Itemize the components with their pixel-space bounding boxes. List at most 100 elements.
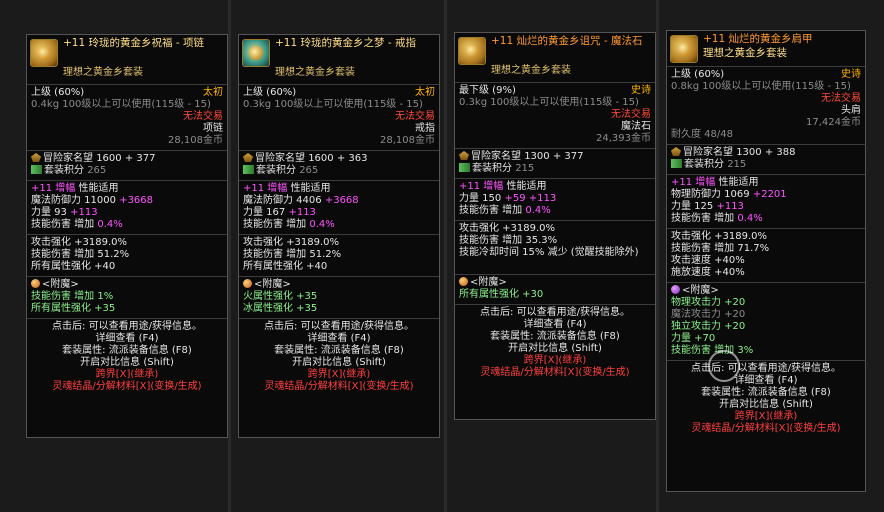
item-grade: 最下级 (9%): [459, 85, 516, 96]
footer-line: 点击后: 可以查看用途/获得信息。: [480, 307, 630, 318]
fame-icon: [31, 153, 41, 162]
set-info-hint[interactable]: 套装属性: 流派装备信息 (F8): [27, 345, 227, 357]
skill-damage-row: 技能伤害 增加 0.4%: [671, 213, 763, 224]
price-row: 28,108金币: [239, 135, 439, 147]
detail-view-hint[interactable]: 详细查看 (F4): [239, 333, 439, 345]
set-points-icon: [671, 159, 682, 168]
slot-row: 魔法石: [455, 121, 655, 133]
item-slot: 戒指: [415, 123, 435, 134]
item-weight: 0.3kg: [243, 99, 272, 110]
set-name: 理想之黄金乡套装: [63, 67, 143, 78]
enchant-line: 冰属性强化 +35: [243, 303, 318, 314]
weight-row: 0.3kg 100级以上可以使用(115级 - 15): [455, 97, 655, 109]
item-grade: 上级 (60%): [31, 87, 85, 98]
grade-row: 最下级 (9%) 史诗: [455, 85, 655, 97]
strength-row: 力量 125 +113: [671, 201, 744, 212]
trade-status: 无法交易: [395, 111, 435, 122]
item-tooltip-shoulder: +11 灿烂的黄金乡肩甲 理想之黄金乡套装 上级 (60%) 史诗 0.8kg 1…: [666, 30, 866, 492]
slot-row: 头肩: [667, 105, 865, 117]
weight-row: 0.8kg 100级以上可以使用(115级 - 15): [667, 81, 865, 93]
trade-row: 无法交易: [239, 111, 439, 123]
enchant-line: 技能伤害 增加 1%: [31, 291, 114, 302]
magic-stone-icon[interactable]: [458, 37, 486, 65]
weight-row: 0.4kg 100级以上可以使用(115级 - 15): [27, 99, 227, 111]
set-points-row: 套装积分 215: [455, 163, 655, 175]
item-title: +11 灿烂的黄金乡诅咒 - 魔法石: [491, 35, 643, 47]
level-requirement: 100级以上可以使用(115级 - 15): [62, 99, 211, 110]
tooltip-header: +11 灿烂的黄金乡诅咒 - 魔法石: [455, 33, 655, 65]
set-info-hint[interactable]: 套装属性: 流派装备信息 (F8): [667, 387, 865, 399]
disassemble-hint: 灵魂结晶/分解材料[X](变换/生成): [52, 381, 202, 392]
footer-line: 点击后: 可以查看用途/获得信息。: [52, 321, 202, 332]
fame-row: 冒险家名望 1600 + 363: [239, 153, 439, 165]
price-row: 28,108金币: [27, 135, 227, 147]
trade-row: 无法交易: [667, 93, 865, 105]
enchant-line: 所有属性强化 +30: [459, 289, 544, 300]
compare-hint[interactable]: 开启对比信息 (Shift): [455, 343, 655, 355]
transfer-hint: 跨界[X](继承): [734, 411, 798, 422]
skill-damage-row: 技能伤害 增加 51.2%: [31, 249, 130, 260]
item-grade: 上级 (60%): [243, 87, 297, 98]
tooltip-header: +11 玲珑的黄金乡祝福 - 项链: [27, 35, 227, 67]
set-points-row: 套装积分 265: [239, 165, 439, 177]
enchant-line: 魔法攻击力 +20: [671, 309, 746, 320]
disassemble-hint: 灵魂结晶/分解材料[X](变换/生成): [264, 381, 414, 392]
attack-speed-row: 攻击速度 +40%: [671, 255, 745, 266]
level-requirement: 100级以上可以使用(115级 - 15): [702, 81, 851, 92]
slot-row: 项链: [27, 123, 227, 135]
set-info-hint[interactable]: 套装属性: 流派装备信息 (F8): [239, 345, 439, 357]
tooltip-header: +11 玲珑的黄金乡之梦 - 戒指: [239, 35, 439, 67]
trade-row: 无法交易: [27, 111, 227, 123]
enchant-line: 独立攻击力 +20: [671, 321, 746, 332]
enchant-orb-icon: [31, 279, 40, 288]
fame-icon: [243, 153, 253, 162]
grade-row: 上级 (60%) 史诗: [667, 69, 865, 81]
set-name: 理想之黄金乡套装: [275, 67, 355, 78]
set-points-row: 套装积分 215: [667, 159, 865, 171]
compare-hint[interactable]: 开启对比信息 (Shift): [667, 399, 865, 411]
grade-row: 上级 (60%) 太初: [27, 87, 227, 99]
set-info-hint[interactable]: 套装属性: 流派装备信息 (F8): [455, 331, 655, 343]
detail-view-hint[interactable]: 详细查看 (F4): [455, 319, 655, 331]
set-name: 理想之黄金乡套装: [491, 65, 571, 76]
enchant-orb-icon: [671, 285, 680, 294]
fame-icon: [671, 147, 681, 156]
skill-damage-row: 技能伤害 增加 51.2%: [243, 249, 342, 260]
compare-hint[interactable]: 开启对比信息 (Shift): [239, 357, 439, 369]
necklace-icon[interactable]: [30, 39, 58, 67]
ring-icon[interactable]: [242, 39, 270, 67]
item-rarity: 史诗: [841, 69, 861, 80]
item-price: 24,393金币: [596, 133, 651, 144]
item-price: 17,424金币: [806, 117, 861, 128]
set-points-icon: [459, 163, 470, 172]
defense-row: 魔法防御力 4406 +3668: [243, 195, 359, 206]
shoulder-armor-icon[interactable]: [670, 35, 698, 63]
item-weight: 0.8kg: [671, 81, 700, 92]
background-divider: [444, 0, 447, 512]
enchant-header: <附魔>: [455, 277, 655, 289]
strength-row: 力量 93 +113: [31, 207, 98, 218]
skill-damage-row: 技能伤害 增加 0.4%: [243, 219, 335, 230]
cursor-ring-icon: [708, 350, 740, 382]
item-price: 28,108金币: [380, 135, 435, 146]
enchant-line: 技能伤害 增加 3%: [671, 345, 754, 356]
set-name: 理想之黄金乡套装: [703, 47, 787, 59]
disassemble-hint: 灵魂结晶/分解材料[X](变换/生成): [691, 423, 841, 434]
footer-line: 点击后: 可以查看用途/获得信息。: [264, 321, 414, 332]
enchant-orb-icon: [243, 279, 252, 288]
set-points-icon: [31, 165, 42, 174]
trade-status: 无法交易: [611, 109, 651, 120]
skill-damage-row: 技能伤害 增加 0.4%: [31, 219, 123, 230]
detail-view-hint[interactable]: 详细查看 (F4): [27, 333, 227, 345]
item-slot: 魔法石: [621, 121, 651, 132]
price-row: 17,424金币: [667, 117, 865, 129]
strength-row: 力量 150 +59 +113: [459, 193, 557, 204]
attack-boost-row: 攻击强化 +3189.0%: [243, 237, 340, 248]
item-title: +11 玲珑的黄金乡祝福 - 项链: [63, 37, 204, 49]
detail-view-hint[interactable]: 详细查看 (F4): [667, 375, 865, 387]
weight-row: 0.3kg 100级以上可以使用(115级 - 15): [239, 99, 439, 111]
item-tooltip-necklace: +11 玲珑的黄金乡祝福 - 项链 理想之黄金乡套装 上级 (60%) 太初 0.…: [26, 34, 228, 438]
compare-hint[interactable]: 开启对比信息 (Shift): [27, 357, 227, 369]
footer-line: 点击后: 可以查看用途/获得信息。: [691, 363, 841, 374]
attack-boost-row: 攻击强化 +3189.0%: [671, 231, 768, 242]
